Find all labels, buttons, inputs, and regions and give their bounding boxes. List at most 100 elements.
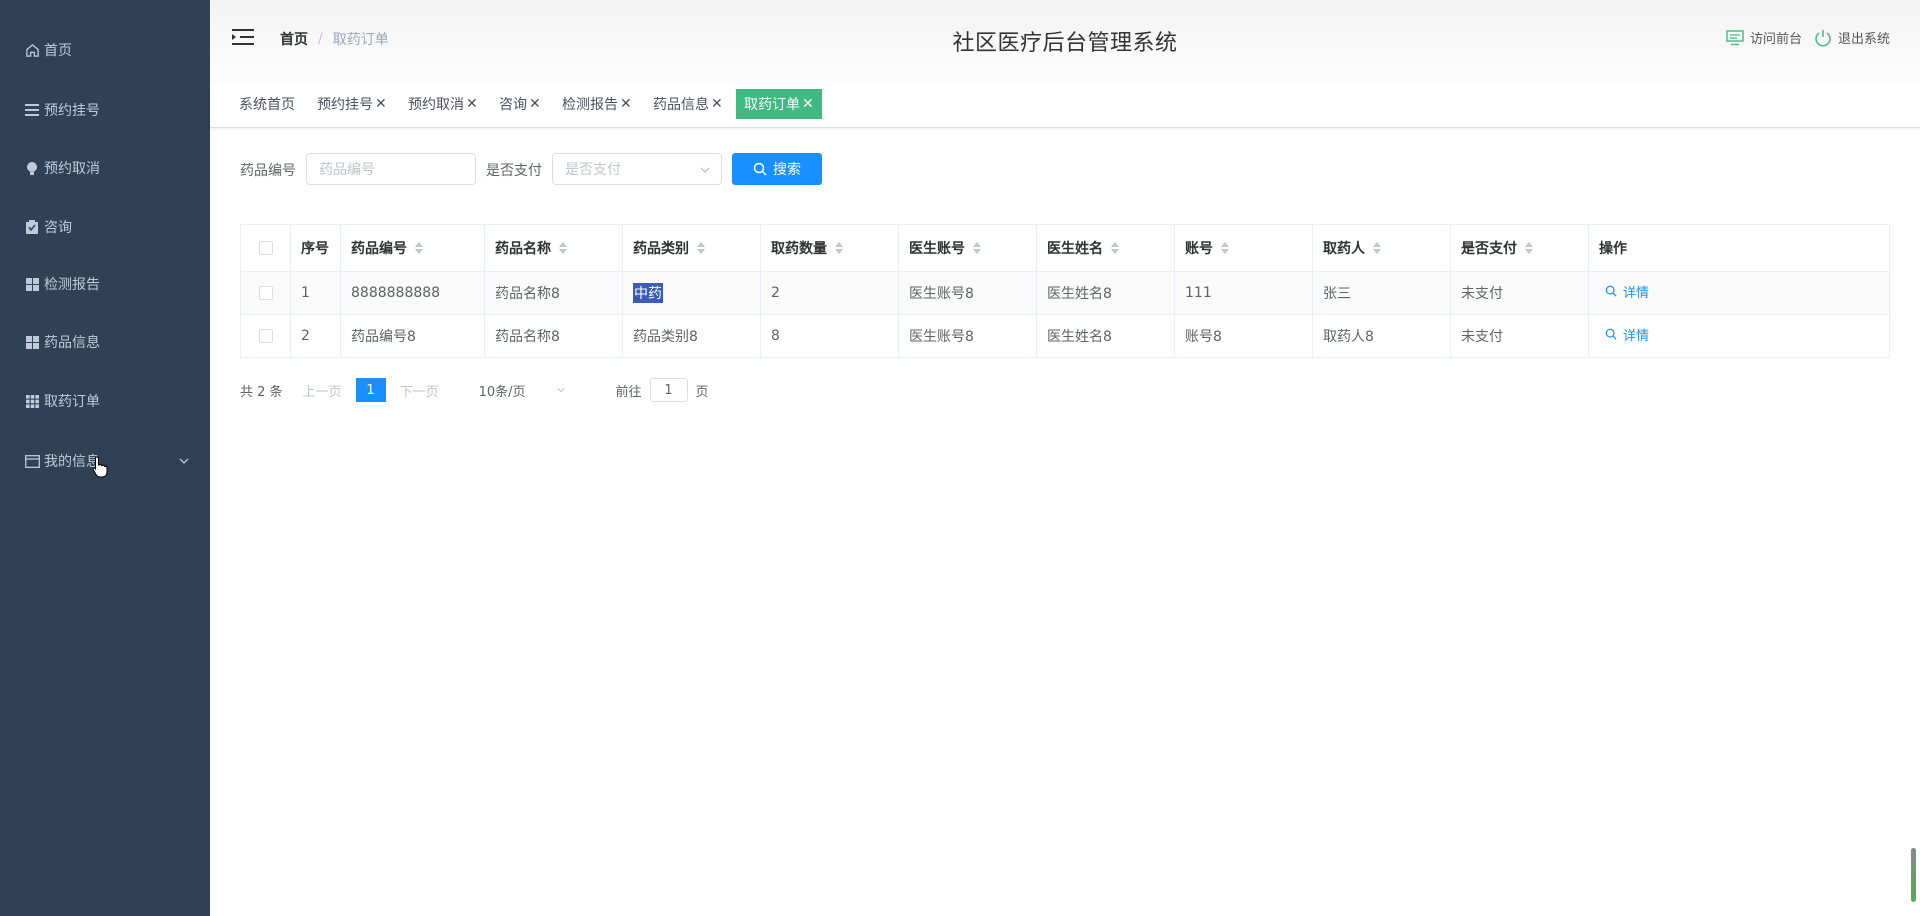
cell-name: 药品名称8 bbox=[485, 272, 623, 314]
column-header-label: 取药数量 bbox=[771, 241, 827, 257]
sidebar-item-cancel[interactable]: 预约取消 bbox=[0, 140, 210, 196]
sidebar-item-drug-order[interactable]: 取药订单 bbox=[0, 373, 210, 429]
cell-category: 药品类别8 bbox=[623, 315, 761, 357]
tag-report[interactable]: 检测报告 ✕ bbox=[560, 89, 634, 119]
select-all-checkbox[interactable] bbox=[258, 241, 273, 255]
close-icon[interactable]: ✕ bbox=[711, 96, 723, 112]
detail-button[interactable]: 详情 bbox=[1605, 325, 1649, 344]
chevron-down-icon bbox=[700, 167, 710, 173]
scrollbar[interactable] bbox=[1911, 848, 1916, 902]
visit-front-label: 访问前台 bbox=[1749, 32, 1802, 47]
home-icon bbox=[24, 42, 40, 58]
column-header[interactable]: 账号 bbox=[1175, 225, 1313, 271]
sort-icon[interactable] bbox=[1111, 242, 1119, 254]
logout-button[interactable]: 退出系统 bbox=[1814, 28, 1890, 47]
next-page-button[interactable]: 下一页 bbox=[400, 381, 439, 400]
tag-drug-order[interactable]: 取药订单 ✕ bbox=[736, 89, 822, 119]
sort-icon[interactable] bbox=[559, 242, 567, 254]
sort-icon[interactable] bbox=[415, 242, 423, 254]
power-icon bbox=[1815, 29, 1831, 46]
code-label: 药品编号 bbox=[240, 163, 296, 179]
close-icon[interactable]: ✕ bbox=[375, 96, 387, 112]
sort-icon[interactable] bbox=[1525, 242, 1533, 254]
column-header-label: 药品名称 bbox=[495, 241, 551, 257]
cell-index: 1 bbox=[291, 272, 341, 314]
tag-label: 检测报告 bbox=[562, 97, 618, 113]
pagination: 共 2 条 上一页 1 下一页 10条/页 前往 1 页 bbox=[240, 376, 709, 404]
column-header[interactable]: 药品名称 bbox=[485, 225, 623, 271]
select-all-cell bbox=[241, 225, 291, 271]
cell-taker: 张三 bbox=[1313, 272, 1451, 314]
row-select-cell bbox=[241, 272, 291, 314]
row-checkbox[interactable] bbox=[258, 286, 273, 300]
close-icon[interactable]: ✕ bbox=[529, 96, 541, 112]
column-header-label: 医生账号 bbox=[909, 241, 965, 257]
grid9-icon bbox=[24, 393, 40, 409]
drug-code-input[interactable]: 药品编号 bbox=[306, 153, 476, 185]
cell-account: 111 bbox=[1175, 272, 1313, 314]
sidebar-item-consult[interactable]: 咨询 bbox=[0, 199, 210, 255]
sidebar-item-label: 预约取消 bbox=[44, 161, 100, 177]
tag-cancel[interactable]: 预约取消 ✕ bbox=[406, 89, 480, 119]
close-icon[interactable]: ✕ bbox=[466, 96, 478, 112]
column-header[interactable]: 取药人 bbox=[1313, 225, 1451, 271]
cell-code: 8888888888 bbox=[341, 272, 485, 314]
sort-icon[interactable] bbox=[973, 242, 981, 254]
column-header[interactable]: 药品类别 bbox=[623, 225, 761, 271]
detail-button[interactable]: 详情 bbox=[1605, 282, 1649, 301]
page-unit-label: 页 bbox=[695, 384, 709, 400]
sidebar-item-report[interactable]: 检测报告 bbox=[0, 256, 210, 312]
tag-label: 预约挂号 bbox=[317, 97, 373, 113]
row-select-cell bbox=[241, 315, 291, 357]
tag-consult[interactable]: 咨询 ✕ bbox=[497, 89, 543, 119]
sidebar-item-label: 首页 bbox=[44, 43, 72, 59]
chevron-down-icon bbox=[556, 387, 565, 393]
close-icon[interactable]: ✕ bbox=[620, 96, 632, 112]
column-header-label: 药品类别 bbox=[633, 241, 689, 257]
tags-view: 系统首页 预约挂号 ✕ 预约取消 ✕ 咨询 ✕ 检测报告 ✕ 药品信息 ✕ 取药订单 ✕ bbox=[210, 82, 1920, 128]
sidebar-item-appointment[interactable]: 预约挂号 bbox=[0, 82, 210, 138]
sidebar-item-drug-info[interactable]: 药品信息 bbox=[0, 314, 210, 370]
column-header[interactable]: 是否支付 bbox=[1451, 225, 1589, 271]
search-button[interactable]: 搜索 bbox=[732, 153, 822, 185]
column-header: 操作 bbox=[1589, 225, 1889, 271]
tag-label: 咨询 bbox=[499, 97, 527, 113]
cell-actions: 详情 bbox=[1589, 272, 1889, 314]
tag-system-home[interactable]: 系统首页 bbox=[237, 89, 297, 119]
prev-page-button[interactable]: 上一页 bbox=[303, 381, 342, 400]
cell-doctor-account: 医生账号8 bbox=[899, 315, 1037, 357]
column-header-label: 取药人 bbox=[1323, 241, 1365, 257]
paid-select[interactable]: 是否支付 bbox=[552, 153, 722, 185]
sort-icon[interactable] bbox=[1373, 242, 1381, 254]
sidebar-item-home[interactable]: 首页 bbox=[0, 22, 210, 78]
column-header[interactable]: 医生姓名 bbox=[1037, 225, 1175, 271]
column-header[interactable]: 取药数量 bbox=[761, 225, 899, 271]
tag-label: 预约取消 bbox=[408, 97, 464, 113]
goto-page-input[interactable]: 1 bbox=[649, 378, 688, 402]
cell-index: 2 bbox=[291, 315, 341, 357]
sort-icon[interactable] bbox=[697, 242, 705, 254]
column-header[interactable]: 医生账号 bbox=[899, 225, 1037, 271]
page-number-button[interactable]: 1 bbox=[355, 378, 386, 402]
cell-code: 药品编号8 bbox=[341, 315, 485, 357]
cell-actions: 详情 bbox=[1589, 315, 1889, 357]
detail-button-label: 详情 bbox=[1623, 285, 1650, 301]
paid-label: 是否支付 bbox=[486, 163, 542, 179]
cell-taker: 取药人8 bbox=[1313, 315, 1451, 357]
column-header[interactable]: 药品编号 bbox=[341, 225, 485, 271]
goto-label: 前往 bbox=[615, 384, 642, 400]
monitor-icon bbox=[1726, 29, 1744, 45]
grid-icon bbox=[24, 334, 40, 350]
tag-drug-info[interactable]: 药品信息 ✕ bbox=[651, 89, 725, 119]
table-row: 1 8888888888 药品名称8 中药 2 医生账号8 医生姓名8 111 … bbox=[241, 272, 1889, 315]
cell-category: 中药 bbox=[623, 272, 761, 314]
orders-table: 序号 药品编号 药品名称 药品类别 取药数量 医生账号 医生姓名 账号 取药人 … bbox=[240, 224, 1890, 358]
close-icon[interactable]: ✕ bbox=[802, 96, 814, 112]
row-checkbox[interactable] bbox=[258, 329, 273, 343]
sort-icon[interactable] bbox=[835, 242, 843, 254]
page-size-select[interactable]: 10条/页 bbox=[479, 381, 566, 400]
sort-icon[interactable] bbox=[1221, 242, 1229, 254]
visit-front-button[interactable]: 访问前台 bbox=[1726, 28, 1802, 47]
tag-appointment[interactable]: 预约挂号 ✕ bbox=[315, 89, 389, 119]
column-header-label: 医生姓名 bbox=[1047, 241, 1103, 257]
